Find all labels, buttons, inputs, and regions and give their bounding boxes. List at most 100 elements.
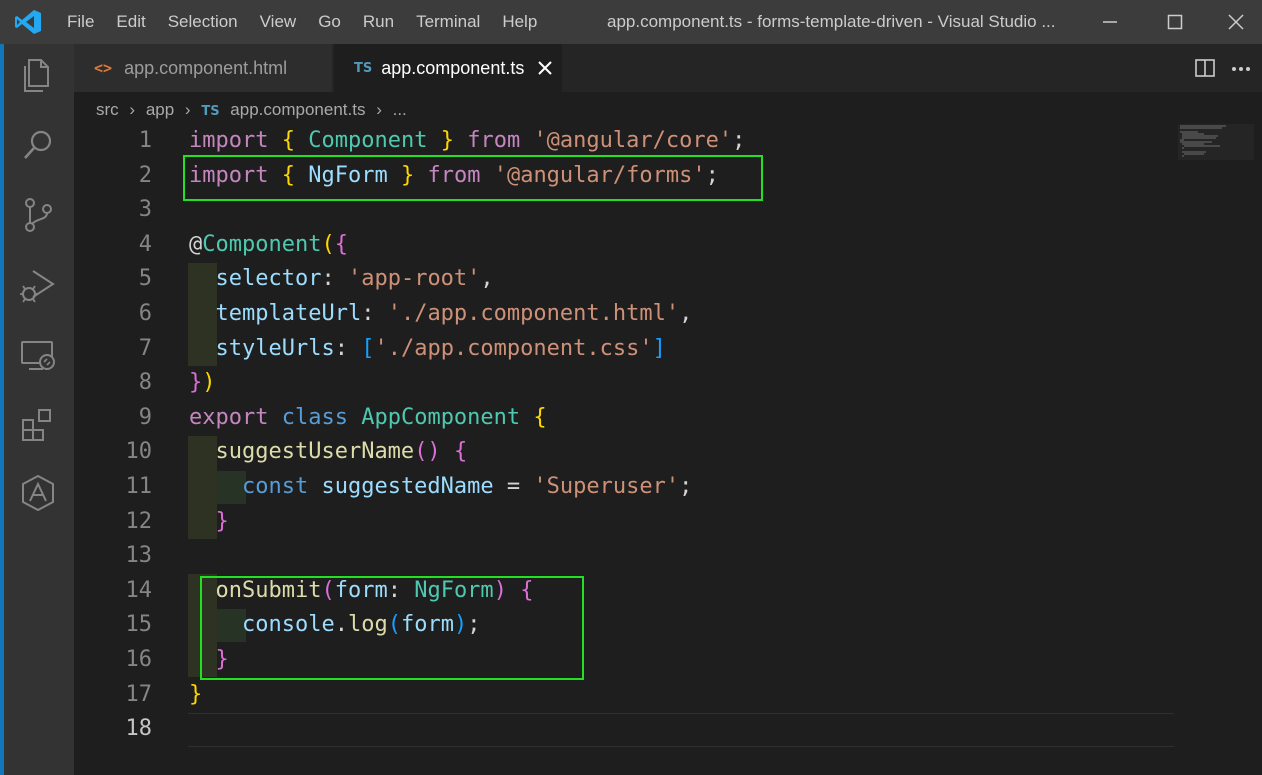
- extensions-icon[interactable]: [17, 404, 59, 446]
- breadcrumb-app[interactable]: app: [146, 100, 174, 119]
- breadcrumb: src › app › TS app.component.ts › ...: [96, 96, 413, 124]
- code-line: }: [189, 509, 229, 534]
- line-number: 13: [125, 543, 153, 569]
- code-line: templateUrl: './app.component.html',: [189, 301, 693, 326]
- tab-label: app.component.ts: [381, 57, 525, 78]
- line-number: 10: [125, 439, 153, 465]
- code-token: {: [453, 439, 468, 465]
- code-token: ): [202, 370, 216, 396]
- code-token: :: [321, 266, 348, 292]
- code-token: class: [281, 404, 348, 430]
- breadcrumb-file[interactable]: app.component.ts: [230, 100, 365, 119]
- tab-app-component-html[interactable]: <> app.component.html: [74, 44, 332, 92]
- vscode-logo-icon[interactable]: [14, 9, 42, 35]
- title-bar: File Edit Selection View Go Run Terminal…: [0, 0, 1262, 44]
- line-number: 7: [138, 335, 152, 361]
- menu-help[interactable]: Help: [491, 12, 548, 32]
- code-token: ;: [732, 128, 746, 153]
- code-line: }): [189, 370, 216, 395]
- code-token: suggestedName: [321, 474, 494, 499]
- tab-label: app.component.html: [124, 57, 288, 78]
- close-tab-icon[interactable]: [538, 61, 553, 75]
- menu-go[interactable]: Go: [307, 12, 352, 32]
- code-token: Component: [308, 128, 428, 153]
- code-token: suggestUserName: [215, 439, 415, 465]
- breadcrumb-src[interactable]: src: [96, 100, 119, 119]
- menu-selection[interactable]: Selection: [157, 12, 249, 32]
- code-token: (: [321, 231, 335, 257]
- line-number: 8: [138, 370, 152, 396]
- code-token: {: [334, 231, 348, 257]
- minimap[interactable]: [1178, 124, 1254, 164]
- code-line: @Component({: [189, 232, 348, 257]
- code-line: const suggestedName = 'Superuser';: [189, 474, 692, 499]
- code-token: '@angular/core': [533, 128, 733, 153]
- menu-run[interactable]: Run: [352, 12, 405, 32]
- code-line: export class AppComponent {: [189, 405, 547, 430]
- ts-file-icon: TS: [201, 104, 220, 119]
- menu-edit[interactable]: Edit: [105, 12, 156, 32]
- code-token: ,: [480, 266, 494, 292]
- more-actions-icon[interactable]: [1231, 66, 1251, 72]
- code-token: './app.component.html': [387, 301, 680, 326]
- search-icon[interactable]: [17, 124, 59, 166]
- code-token: :: [361, 301, 388, 326]
- breadcrumb-symbols[interactable]: ...: [393, 100, 407, 119]
- line-number: 9: [138, 404, 152, 430]
- line-number: 4: [138, 231, 152, 257]
- activity-bar: [0, 44, 74, 775]
- remote-explorer-icon[interactable]: [17, 334, 59, 376]
- code-token: templateUrl: [215, 301, 362, 326]
- code-token: ;: [679, 474, 693, 499]
- code-token: 'app-root': [347, 266, 481, 292]
- line-number: 6: [138, 301, 152, 326]
- line-number: 5: [138, 266, 152, 292]
- code-token: [: [361, 335, 375, 361]
- code-token: }: [440, 128, 454, 153]
- window-title: app.component.ts - forms-template-driven…: [607, 12, 1056, 31]
- code-token: from: [467, 128, 521, 153]
- code-editor[interactable]: 1 2 3 4 5 6 7 8 9 10 11 12 13 14 15 16 17 18 import { Com…: [74, 124, 1262, 775]
- split-editor-icon[interactable]: [1195, 59, 1215, 77]
- line-number: 12: [125, 508, 153, 534]
- code-token: './app.component.css': [374, 335, 653, 361]
- html-file-icon: <>: [94, 59, 113, 77]
- menu-terminal[interactable]: Terminal: [405, 12, 491, 32]
- code-token: ,: [679, 301, 693, 326]
- close-window-button[interactable]: [1210, 0, 1262, 44]
- code-token: =: [493, 474, 534, 499]
- angular-icon[interactable]: [17, 472, 59, 514]
- minimize-button[interactable]: [1080, 0, 1140, 44]
- run-debug-icon[interactable]: [17, 264, 59, 306]
- maximize-icon: [1167, 14, 1183, 30]
- explorer-icon[interactable]: [17, 54, 59, 96]
- code-token: Component: [202, 231, 322, 257]
- tab-app-component-ts[interactable]: TS app.component.ts: [334, 44, 562, 92]
- menu-file[interactable]: File: [56, 12, 105, 32]
- code-token: }: [189, 370, 203, 396]
- code-token: styleUrls: [215, 335, 335, 361]
- maximize-button[interactable]: [1145, 0, 1205, 44]
- line-number: 11: [125, 474, 153, 499]
- code-token: :: [334, 335, 362, 361]
- code-token: @: [189, 231, 203, 257]
- menu-view[interactable]: View: [249, 12, 308, 32]
- line-number: 16: [125, 647, 153, 672]
- code-token: {: [533, 404, 547, 430]
- source-control-icon[interactable]: [17, 194, 59, 236]
- line-number: 3: [138, 197, 152, 223]
- close-icon: [1228, 14, 1244, 30]
- code-token: {: [281, 128, 295, 153]
- chevron-right-icon: ›: [184, 100, 191, 119]
- code-token: }: [189, 681, 203, 707]
